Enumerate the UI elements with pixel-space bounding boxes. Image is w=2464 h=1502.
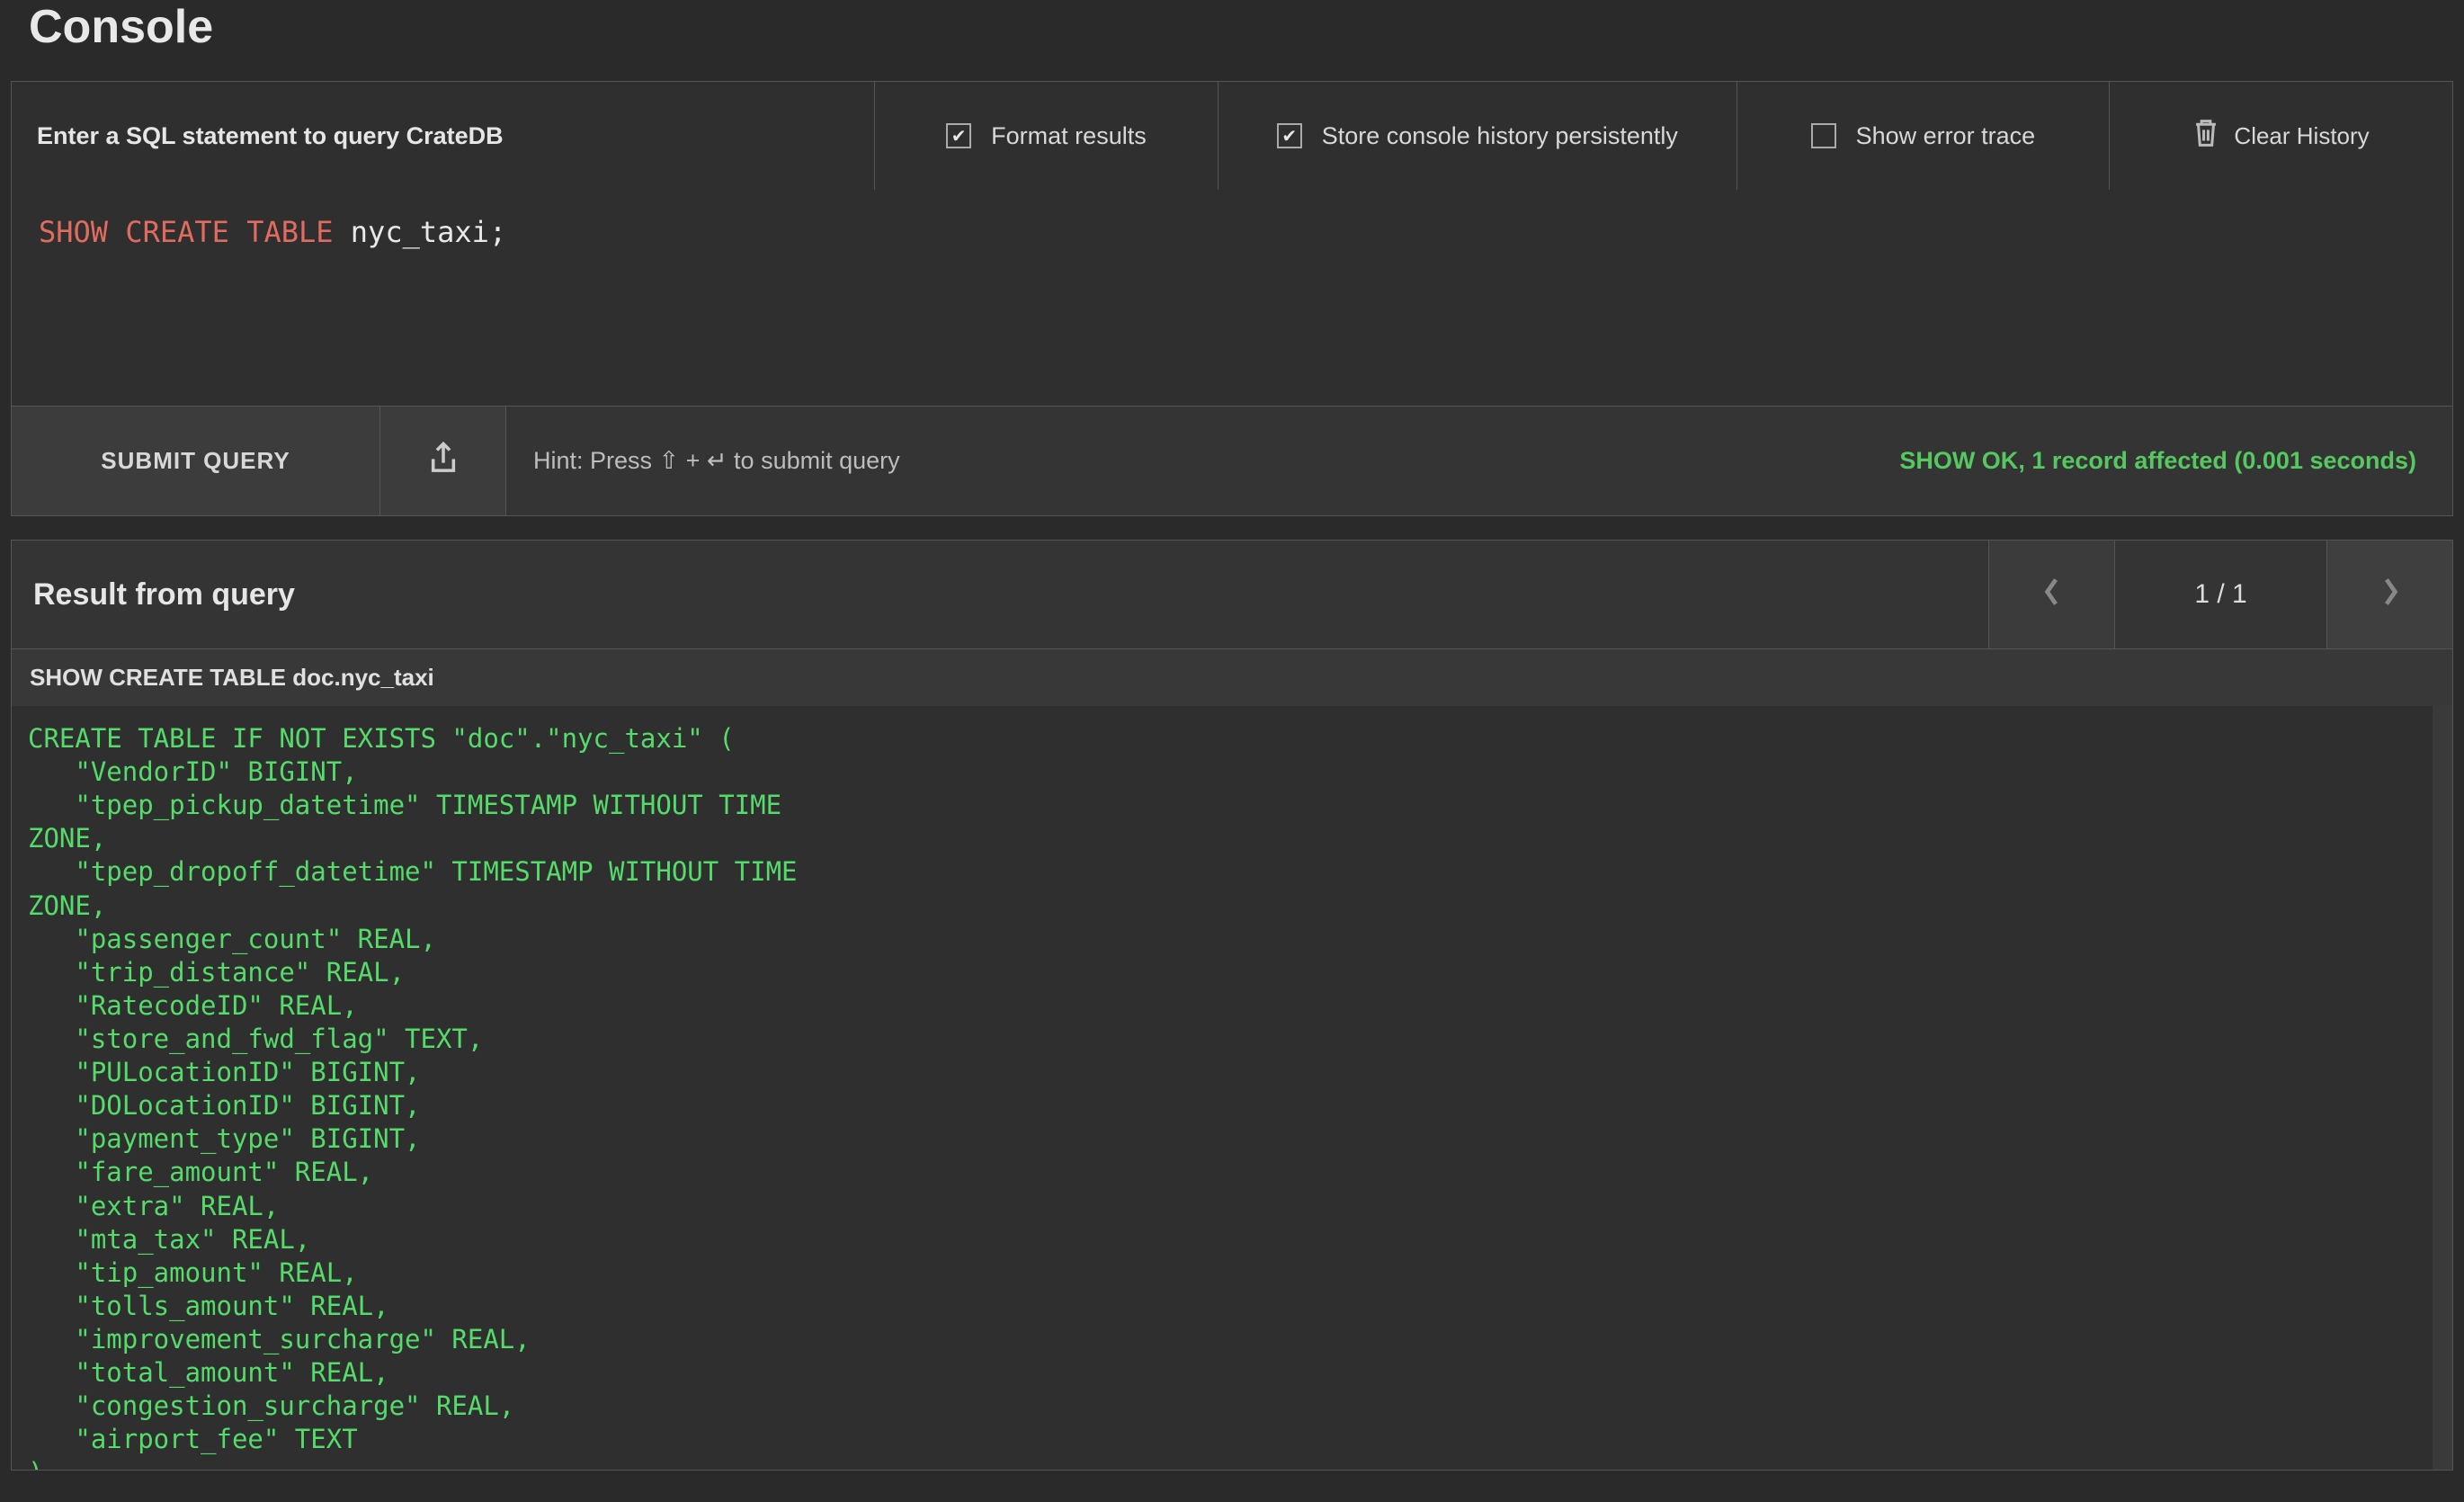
pager-next-button[interactable] [2326,541,2452,648]
query-status: SHOW OK, 1 record affected (0.001 second… [1863,407,2452,515]
error-trace-checkbox[interactable] [1811,123,1836,148]
sql-editor[interactable]: SHOW CREATE TABLE nyc_taxi; [12,190,2452,406]
actions-row: SUBMIT QUERY Hint: Press ⇧ + ↵ to submit… [12,406,2452,515]
chevron-left-icon [2041,575,2063,615]
pager-prev-button[interactable] [1988,541,2114,648]
pager-count: 1 / 1 [2114,541,2326,648]
trash-icon [2192,118,2219,155]
error-trace-option[interactable]: Show error trace [1737,82,2110,190]
share-icon [428,440,459,482]
submit-hint: Hint: Press ⇧ + ↵ to submit query [506,407,1863,515]
format-results-option[interactable]: Format results [875,82,1219,190]
format-results-label: Format results [991,122,1147,150]
result-column-header: SHOW CREATE TABLE doc.nyc_taxi [11,649,2453,706]
page-title: Console [11,0,2453,81]
console-panel: Enter a SQL statement to query CrateDB F… [11,81,2453,516]
clear-history-label: Clear History [2234,122,2369,150]
result-header: Result from query 1 / 1 [11,540,2453,649]
share-button[interactable] [380,407,506,515]
result-body[interactable]: CREATE TABLE IF NOT EXISTS "doc"."nyc_ta… [11,706,2453,1471]
error-trace-label: Show error trace [1856,122,2036,150]
store-history-label: Store console history persistently [1322,122,1678,150]
result-title: Result from query [12,541,1988,648]
options-row: Enter a SQL statement to query CrateDB F… [12,82,2452,190]
clear-history-button[interactable]: Clear History [2110,82,2452,190]
chevron-right-icon [2379,575,2401,615]
submit-query-button[interactable]: SUBMIT QUERY [12,407,380,515]
store-history-option[interactable]: Store console history persistently [1219,82,1737,190]
result-pager: 1 / 1 [1988,541,2452,648]
result-scrollbar[interactable] [2433,706,2452,1470]
sql-prompt-label: Enter a SQL statement to query CrateDB [12,82,875,190]
store-history-checkbox[interactable] [1277,123,1302,148]
format-results-checkbox[interactable] [946,123,971,148]
